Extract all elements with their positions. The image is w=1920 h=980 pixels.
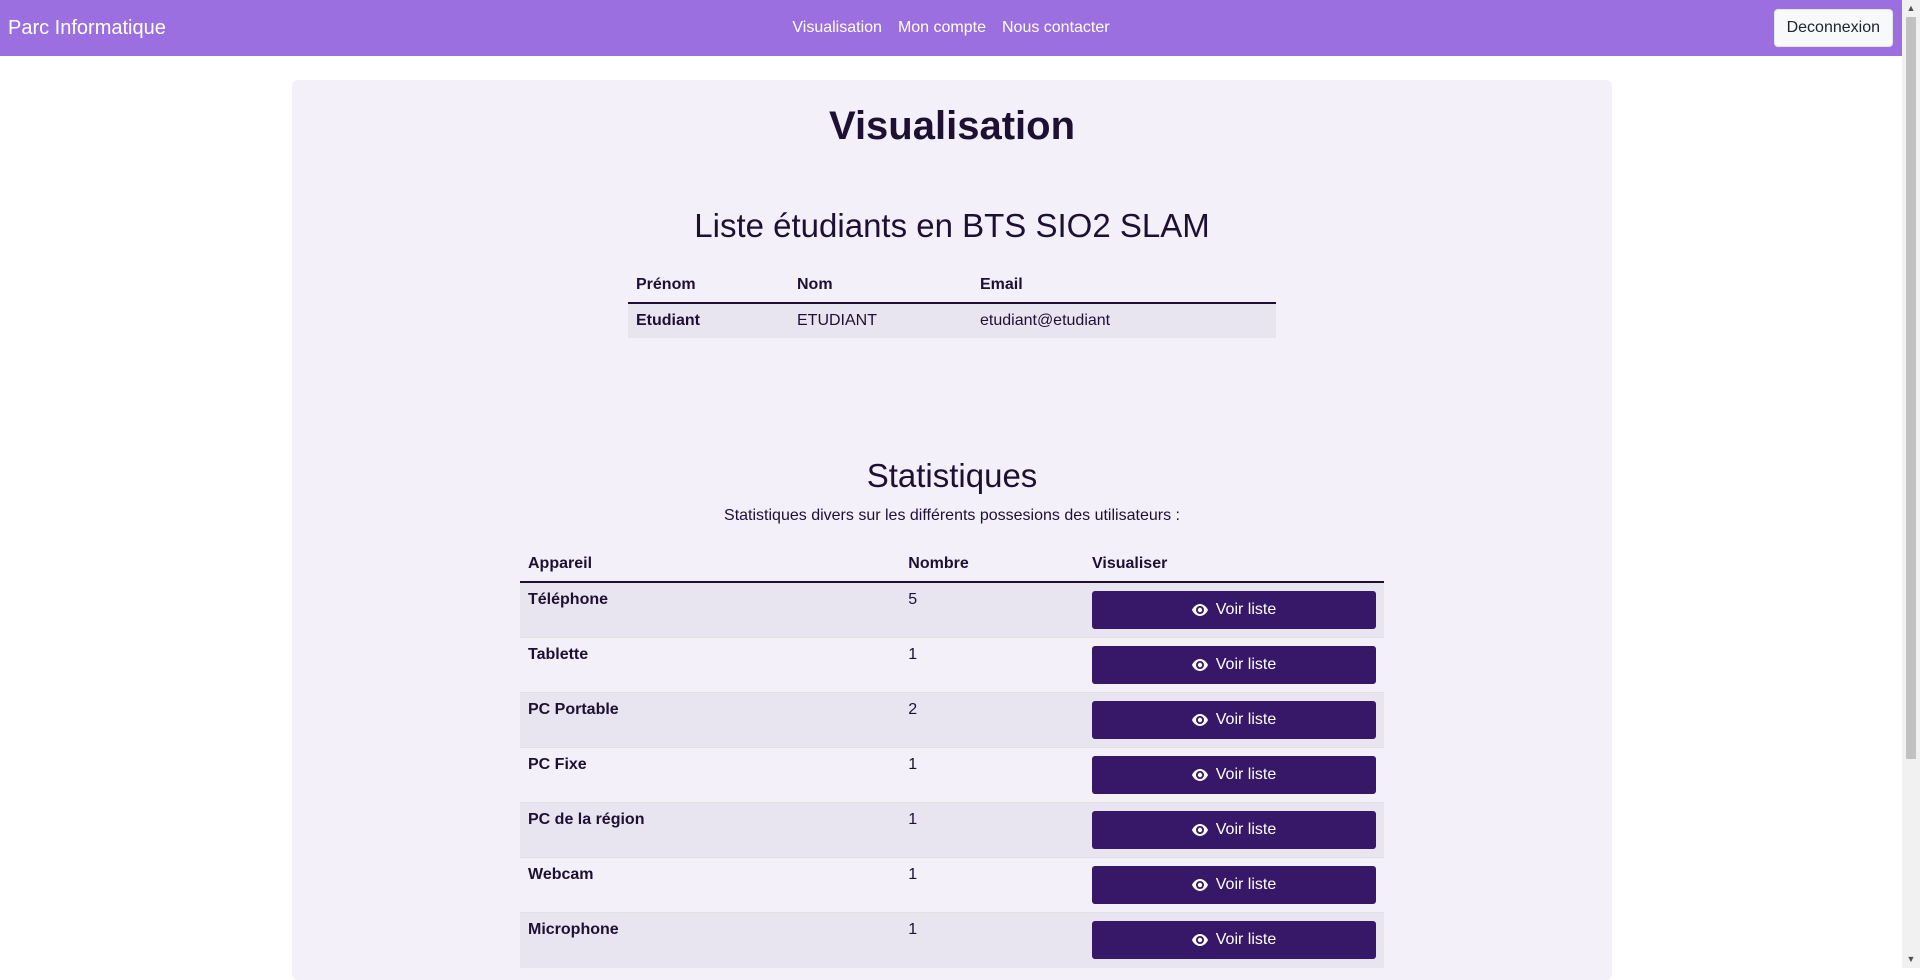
students-section-title: Liste étudiants en BTS SIO2 SLAM [694, 207, 1210, 244]
page-title: Visualisation [828, 104, 1075, 148]
device-count: 1 [908, 756, 918, 773]
visualiser-cell: Voir liste [1084, 693, 1384, 748]
stats-table-header: Appareil Nombre Visualiser [520, 547, 1384, 582]
voir-liste-label: Voir liste [1215, 821, 1277, 838]
header-visualiser: Visualiser [1092, 555, 1168, 572]
header-email: Email [980, 276, 1023, 293]
voir-liste-label: Voir liste [1215, 711, 1277, 728]
device-name: Microphone [528, 921, 619, 938]
device-count: 1 [908, 921, 918, 938]
table-row: Tablette 1 Voir liste [520, 637, 1384, 693]
device-count: 1 [908, 811, 918, 828]
scroll-up-icon[interactable]: ▲ [1902, 0, 1920, 17]
logout-button[interactable]: Deconnexion [1773, 9, 1893, 47]
header-prenom: Prénom [636, 276, 696, 293]
voir-liste-button[interactable]: Voir liste [1092, 811, 1376, 849]
device-name: Webcam [528, 866, 594, 883]
students-table-header: Prénom Nom Email [628, 268, 1276, 303]
table-row: PC de la région 1 Voir liste [520, 802, 1384, 858]
device-name: PC de la région [528, 811, 645, 828]
voir-liste-label: Voir liste [1215, 876, 1277, 893]
table-row: PC Portable 2 Voir liste [520, 692, 1384, 748]
nav-link-mon-compte[interactable]: Mon compte [898, 19, 986, 37]
header-appareil: Appareil [528, 555, 593, 572]
device-name: PC Fixe [528, 756, 587, 773]
table-row: Webcam 1 Voir liste [520, 857, 1384, 913]
device-count: 5 [908, 591, 918, 608]
eye-icon [1191, 604, 1208, 616]
voir-liste-button[interactable]: Voir liste [1092, 701, 1376, 739]
student-prenom: Etudiant [636, 312, 700, 329]
student-email: etudiant@etudiant [980, 312, 1111, 329]
table-row: Etudiant ETUDIANT etudiant@etudiant [628, 303, 1276, 338]
header-nombre: Nombre [908, 555, 969, 572]
stats-table-body: Téléphone 5 Voir liste Tablette 1 Voir liste P… [520, 582, 1384, 968]
header-nom: Nom [797, 276, 833, 293]
voir-liste-label: Voir liste [1215, 766, 1277, 783]
voir-liste-label: Voir liste [1215, 656, 1277, 673]
voir-liste-button[interactable]: Voir liste [1092, 921, 1376, 959]
eye-icon [1191, 769, 1208, 781]
visualiser-cell: Voir liste [1084, 582, 1384, 638]
device-count: 1 [908, 866, 918, 883]
table-row: Téléphone 5 Voir liste [520, 582, 1384, 638]
device-name: Tablette [528, 646, 589, 663]
stats-subtitle: Statistiques divers sur les différents p… [724, 507, 1180, 524]
device-count: 1 [908, 646, 918, 663]
nav-link-visualisation[interactable]: Visualisation [792, 19, 882, 37]
visualiser-cell: Voir liste [1084, 638, 1384, 693]
table-row: Microphone 1 Voir liste [520, 912, 1384, 968]
voir-liste-button[interactable]: Voir liste [1092, 756, 1376, 794]
voir-liste-button[interactable]: Voir liste [1092, 646, 1376, 684]
voir-liste-label: Voir liste [1215, 931, 1277, 948]
visualiser-cell: Voir liste [1084, 748, 1384, 803]
visualiser-cell: Voir liste [1084, 858, 1384, 913]
visualiser-cell: Voir liste [1084, 913, 1384, 968]
device-count: 2 [908, 701, 918, 718]
students-table: Prénom Nom Email Etudiant ETUDIANT etudi… [628, 268, 1276, 338]
stats-section-title: Statistiques [866, 457, 1038, 494]
eye-icon [1191, 934, 1208, 946]
device-name: PC Portable [528, 701, 619, 718]
scroll-thumb[interactable] [1906, 17, 1916, 759]
voir-liste-label: Voir liste [1215, 601, 1277, 618]
eye-icon [1191, 879, 1208, 891]
voir-liste-button[interactable]: Voir liste [1092, 591, 1376, 629]
eye-icon [1191, 659, 1208, 671]
nav-links: Visualisation Mon compte Nous contacter [0, 0, 1902, 56]
eye-icon [1191, 824, 1208, 836]
eye-icon [1191, 714, 1208, 726]
vertical-scrollbar[interactable]: ▲ ▼ [1902, 0, 1920, 968]
stats-table: Appareil Nombre Visualiser Téléphone 5 Voi… [520, 547, 1384, 968]
student-nom: ETUDIANT [797, 312, 877, 329]
table-row: PC Fixe 1 Voir liste [520, 747, 1384, 803]
top-navbar: Parc Informatique Visualisation Mon comp… [0, 0, 1902, 56]
visualiser-cell: Voir liste [1084, 803, 1384, 858]
nav-link-nous-contacter[interactable]: Nous contacter [1002, 19, 1110, 37]
scroll-down-icon[interactable]: ▼ [1902, 951, 1920, 968]
device-name: Téléphone [528, 591, 609, 608]
voir-liste-button[interactable]: Voir liste [1092, 866, 1376, 904]
